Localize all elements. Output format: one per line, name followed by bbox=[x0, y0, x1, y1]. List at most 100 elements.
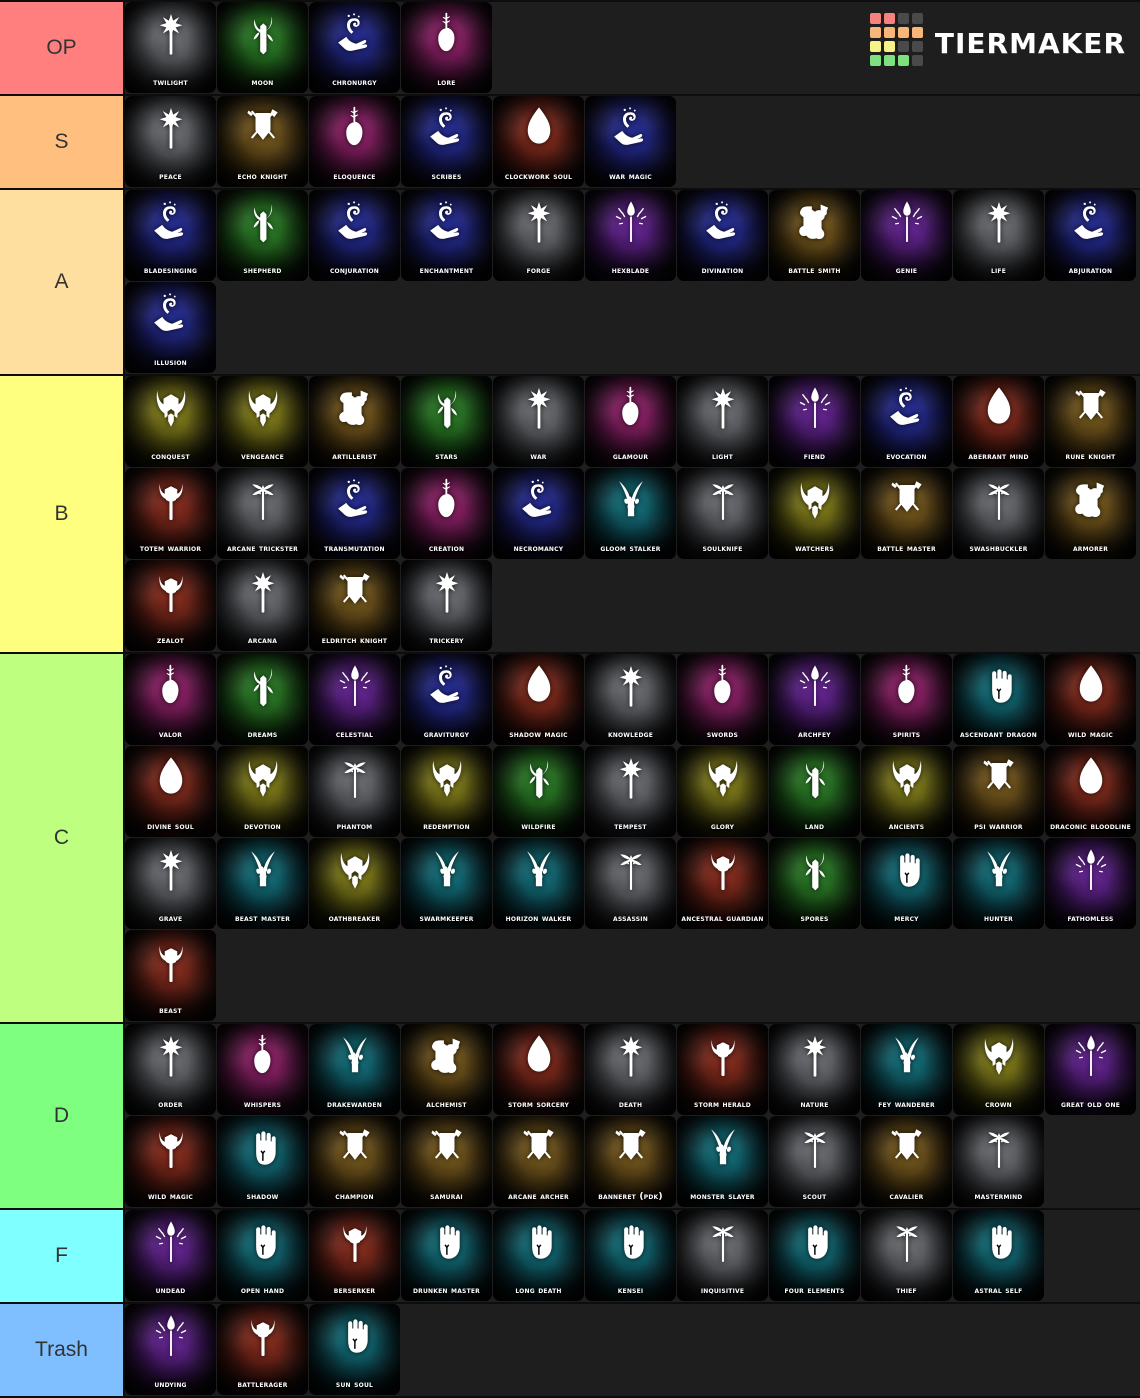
tier-item-tile[interactable]: Thief bbox=[861, 1210, 952, 1301]
tier-item-tile[interactable]: Stars bbox=[401, 376, 492, 467]
tier-item-tile[interactable]: Eloquence bbox=[309, 96, 400, 187]
tier-item-tile[interactable]: Transmutation bbox=[309, 468, 400, 559]
tier-item-tile[interactable]: Artillerist bbox=[309, 376, 400, 467]
tier-item-tile[interactable]: Swords bbox=[677, 654, 768, 745]
tier-item-tile[interactable]: Devotion bbox=[217, 746, 308, 837]
tier-item-tile[interactable]: Samurai bbox=[401, 1116, 492, 1207]
tier-item-tile[interactable]: Rune Knight bbox=[1045, 376, 1136, 467]
tier-label-op[interactable]: OP bbox=[0, 2, 125, 94]
tier-item-tile[interactable]: Totem Warrior bbox=[125, 468, 216, 559]
tier-item-tile[interactable]: Four Elements bbox=[769, 1210, 860, 1301]
tier-label-b[interactable]: B bbox=[0, 376, 125, 652]
tier-item-tile[interactable]: Shadow Magic bbox=[493, 654, 584, 745]
tier-item-tile[interactable]: Bladesinging bbox=[125, 190, 216, 281]
tier-item-tile[interactable]: Astral Self bbox=[953, 1210, 1044, 1301]
tier-item-tile[interactable]: Moon bbox=[217, 2, 308, 93]
tier-item-tile[interactable]: Ancients bbox=[861, 746, 952, 837]
tier-item-tile[interactable]: Redemption bbox=[401, 746, 492, 837]
tier-item-tile[interactable]: Storm Sorcery bbox=[493, 1024, 584, 1115]
tier-item-tile[interactable]: Life bbox=[953, 190, 1044, 281]
tier-item-tile[interactable]: Arcane Archer bbox=[493, 1116, 584, 1207]
tier-item-tile[interactable]: Scribes bbox=[401, 96, 492, 187]
tier-item-tile[interactable]: Eldritch Knight bbox=[309, 560, 400, 651]
tier-item-tile[interactable]: Graviturgy bbox=[401, 654, 492, 745]
tier-item-tile[interactable]: Light bbox=[677, 376, 768, 467]
tier-item-tile[interactable]: Phantom bbox=[309, 746, 400, 837]
tier-item-tile[interactable]: Cavalier bbox=[861, 1116, 952, 1207]
tier-item-tile[interactable]: Tempest bbox=[585, 746, 676, 837]
tier-item-tile[interactable]: Glory bbox=[677, 746, 768, 837]
tier-item-tile[interactable]: Berserker bbox=[309, 1210, 400, 1301]
tier-item-tile[interactable]: Spores bbox=[769, 838, 860, 929]
tier-item-tile[interactable]: Beast Master bbox=[217, 838, 308, 929]
tier-item-tile[interactable]: Lore bbox=[401, 2, 492, 93]
tier-item-tile[interactable]: Fiend bbox=[769, 376, 860, 467]
tier-item-tile[interactable]: Arcane Trickster bbox=[217, 468, 308, 559]
tier-item-tile[interactable]: Forge bbox=[493, 190, 584, 281]
tier-item-tile[interactable]: Divination bbox=[677, 190, 768, 281]
tier-item-tile[interactable]: Wild Magic bbox=[1045, 654, 1136, 745]
tier-item-tile[interactable]: Psi Warrior bbox=[953, 746, 1044, 837]
tier-item-tile[interactable]: Wildfire bbox=[493, 746, 584, 837]
tier-label-a[interactable]: A bbox=[0, 190, 125, 374]
tier-item-tile[interactable]: Creation bbox=[401, 468, 492, 559]
tier-item-tile[interactable]: Necromancy bbox=[493, 468, 584, 559]
tier-item-tile[interactable]: Open Hand bbox=[217, 1210, 308, 1301]
tier-item-tile[interactable]: Oathbreaker bbox=[309, 838, 400, 929]
tier-item-tile[interactable]: Zealot bbox=[125, 560, 216, 651]
tier-item-tile[interactable]: Drunken Master bbox=[401, 1210, 492, 1301]
tier-item-tile[interactable]: Banneret (PDK) bbox=[585, 1116, 676, 1207]
tier-item-tile[interactable]: Aberrant Mind bbox=[953, 376, 1044, 467]
tier-item-tile[interactable]: Arcana bbox=[217, 560, 308, 651]
tier-item-tile[interactable]: Glamour bbox=[585, 376, 676, 467]
tier-item-tile[interactable]: War bbox=[493, 376, 584, 467]
tier-item-tile[interactable]: War Magic bbox=[585, 96, 676, 187]
tier-item-tile[interactable]: Dreams bbox=[217, 654, 308, 745]
tier-item-tile[interactable]: Ascendant Dragon bbox=[953, 654, 1044, 745]
tier-item-tile[interactable]: Illusion bbox=[125, 282, 216, 373]
tier-item-tile[interactable]: Fey Wanderer bbox=[861, 1024, 952, 1115]
tier-item-tile[interactable]: Order bbox=[125, 1024, 216, 1115]
tier-item-tile[interactable]: Horizon Walker bbox=[493, 838, 584, 929]
tier-item-tile[interactable]: Genie bbox=[861, 190, 952, 281]
tier-label-s[interactable]: S bbox=[0, 96, 125, 188]
tier-item-tile[interactable]: Battle Smith bbox=[769, 190, 860, 281]
tier-item-tile[interactable]: Kensei bbox=[585, 1210, 676, 1301]
tier-item-tile[interactable]: Clockwork Soul bbox=[493, 96, 584, 187]
tier-item-tile[interactable]: Battle Master bbox=[861, 468, 952, 559]
tier-item-tile[interactable]: Celestial bbox=[309, 654, 400, 745]
tier-item-tile[interactable]: Conjuration bbox=[309, 190, 400, 281]
tier-item-tile[interactable]: Storm Herald bbox=[677, 1024, 768, 1115]
tiermaker-logo[interactable]: TierMaker bbox=[869, 13, 1126, 66]
tier-item-tile[interactable]: Vengeance bbox=[217, 376, 308, 467]
tier-item-tile[interactable]: Armorer bbox=[1045, 468, 1136, 559]
tier-item-tile[interactable]: Champion bbox=[309, 1116, 400, 1207]
tier-item-tile[interactable]: Crown bbox=[953, 1024, 1044, 1115]
tier-item-tile[interactable]: Death bbox=[585, 1024, 676, 1115]
tier-item-tile[interactable]: Abjuration bbox=[1045, 190, 1136, 281]
tier-item-tile[interactable]: Battlerager bbox=[217, 1304, 308, 1395]
tier-item-tile[interactable]: Swashbuckler bbox=[953, 468, 1044, 559]
tier-item-tile[interactable]: Sun Soul bbox=[309, 1304, 400, 1395]
tier-item-tile[interactable]: Mastermind bbox=[953, 1116, 1044, 1207]
tier-item-tile[interactable]: Hunter bbox=[953, 838, 1044, 929]
tier-item-tile[interactable]: Shepherd bbox=[217, 190, 308, 281]
tier-item-tile[interactable]: Chronurgy bbox=[309, 2, 400, 93]
tier-item-tile[interactable]: Twilight bbox=[125, 2, 216, 93]
tier-item-tile[interactable]: Long Death bbox=[493, 1210, 584, 1301]
tier-item-tile[interactable]: Peace bbox=[125, 96, 216, 187]
tier-item-tile[interactable]: Beast bbox=[125, 930, 216, 1021]
tier-item-tile[interactable]: Hexblade bbox=[585, 190, 676, 281]
tier-item-tile[interactable]: Scout bbox=[769, 1116, 860, 1207]
tier-item-tile[interactable]: Fathomless bbox=[1045, 838, 1136, 929]
tier-item-tile[interactable]: Valor bbox=[125, 654, 216, 745]
tier-item-tile[interactable]: Inquisitive bbox=[677, 1210, 768, 1301]
tier-item-tile[interactable]: Wild Magic bbox=[125, 1116, 216, 1207]
tier-item-tile[interactable]: Evocation bbox=[861, 376, 952, 467]
tier-label-f[interactable]: F bbox=[0, 1210, 125, 1302]
tier-item-tile[interactable]: Undying bbox=[125, 1304, 216, 1395]
tier-item-tile[interactable]: Nature bbox=[769, 1024, 860, 1115]
tier-item-tile[interactable]: Swarmkeeper bbox=[401, 838, 492, 929]
tier-label-d[interactable]: D bbox=[0, 1024, 125, 1208]
tier-item-tile[interactable]: Whispers bbox=[217, 1024, 308, 1115]
